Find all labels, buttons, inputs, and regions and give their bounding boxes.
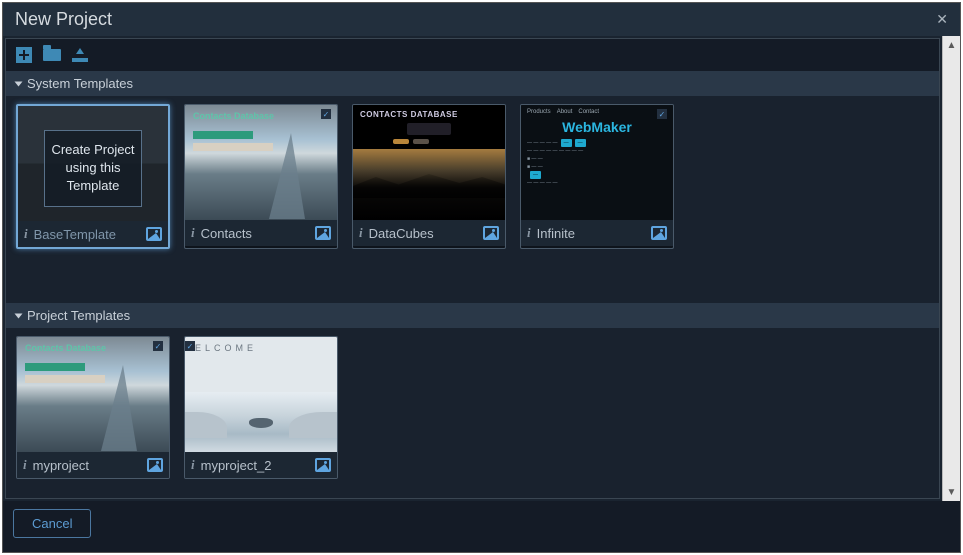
thumb-caption: Contacts Database	[193, 111, 274, 121]
image-icon[interactable]	[147, 458, 163, 472]
toolbar	[6, 39, 939, 71]
card-label: BaseTemplate	[34, 227, 162, 242]
template-card-myproject-2[interactable]: ✓ ELCOME i myproject_2	[184, 336, 338, 479]
image-icon[interactable]	[651, 226, 667, 240]
scroll-up-icon[interactable]: ▲	[943, 36, 960, 54]
plus-icon	[16, 47, 32, 63]
card-footer: i DataCubes	[353, 220, 505, 246]
create-project-overlay[interactable]: Create Project using this Template	[44, 130, 142, 207]
dialog-body: System Templates Create Project using th…	[3, 36, 960, 501]
template-thumbnail: Products About Contact ✓ WebMaker — — — …	[521, 105, 673, 220]
card-footer: i myproject	[17, 452, 169, 478]
dialog-titlebar: New Project ✕	[3, 3, 960, 36]
info-icon[interactable]: i	[191, 457, 195, 473]
upload-icon	[72, 48, 88, 62]
template-card-myproject[interactable]: Contacts Database ✓ i myproject	[16, 336, 170, 479]
folder-icon	[43, 49, 61, 61]
template-card-contacts[interactable]: Contacts Database ✓ i Contacts	[184, 104, 338, 249]
check-icon: ✓	[185, 341, 195, 351]
card-label: Contacts	[201, 226, 331, 241]
card-label: myproject_2	[201, 458, 331, 473]
scroll-down-icon[interactable]: ▼	[943, 483, 960, 501]
info-icon[interactable]: i	[24, 226, 28, 242]
info-icon[interactable]: i	[527, 225, 531, 241]
info-icon[interactable]: i	[191, 225, 195, 241]
thumb-caption: CONTACTS DATABASE	[360, 110, 458, 119]
vertical-scrollbar[interactable]: ▲ ▼	[942, 36, 960, 501]
card-footer: i Infinite	[521, 220, 673, 246]
open-button[interactable]	[42, 45, 62, 65]
new-project-dialog: New Project ✕ System Templates Create Pr…	[2, 2, 961, 553]
template-thumbnail: CONTACTS DATABASE	[353, 105, 505, 220]
card-label: DataCubes	[369, 226, 499, 241]
check-icon: ✓	[153, 341, 163, 351]
thumb-caption: Contacts Database	[25, 343, 106, 353]
thumb-caption: ELCOME	[195, 343, 257, 353]
section-title-project: Project Templates	[27, 308, 130, 323]
section-header-system[interactable]: System Templates	[6, 71, 939, 96]
image-icon[interactable]	[483, 226, 499, 240]
card-footer: i Contacts	[185, 220, 337, 246]
template-thumbnail: ✓ ELCOME	[185, 337, 337, 452]
image-icon[interactable]	[315, 226, 331, 240]
system-templates-grid: Create Project using this Template i Bas…	[6, 96, 939, 303]
info-icon[interactable]: i	[359, 225, 363, 241]
card-label: Infinite	[537, 226, 667, 241]
section-header-project[interactable]: Project Templates	[6, 303, 939, 328]
upload-button[interactable]	[70, 45, 90, 65]
image-icon[interactable]	[315, 458, 331, 472]
template-card-infinite[interactable]: Products About Contact ✓ WebMaker — — — …	[520, 104, 674, 249]
project-templates-grid: Contacts Database ✓ i myproject ✓ ELCOME	[6, 328, 939, 499]
check-icon: ✓	[657, 109, 667, 119]
image-icon[interactable]	[146, 227, 162, 241]
new-button[interactable]	[14, 45, 34, 65]
card-footer: i myproject_2	[185, 452, 337, 478]
info-icon[interactable]: i	[23, 457, 27, 473]
dialog-buttonbar: Cancel	[3, 501, 960, 552]
chevron-down-icon	[15, 81, 23, 86]
scrollbar-track[interactable]	[943, 54, 960, 483]
card-label: myproject	[33, 458, 163, 473]
dialog-title: New Project	[15, 9, 112, 30]
template-thumbnail: Contacts Database ✓	[185, 105, 337, 220]
section-title-system: System Templates	[27, 76, 133, 91]
check-icon: ✓	[321, 109, 331, 119]
template-thumbnail: Contacts Database ✓	[17, 337, 169, 452]
template-thumbnail: Create Project using this Template	[18, 106, 168, 221]
template-card-datacubes[interactable]: CONTACTS DATABASE i DataCubes	[352, 104, 506, 249]
template-card-basetemplate[interactable]: Create Project using this Template i Bas…	[16, 104, 170, 249]
cancel-button[interactable]: Cancel	[13, 509, 91, 538]
thumb-logo: WebMaker	[527, 119, 667, 135]
close-icon[interactable]: ✕	[936, 11, 948, 28]
card-footer: i BaseTemplate	[18, 221, 168, 247]
content-scroll-area: System Templates Create Project using th…	[5, 38, 940, 499]
chevron-down-icon	[15, 313, 23, 318]
